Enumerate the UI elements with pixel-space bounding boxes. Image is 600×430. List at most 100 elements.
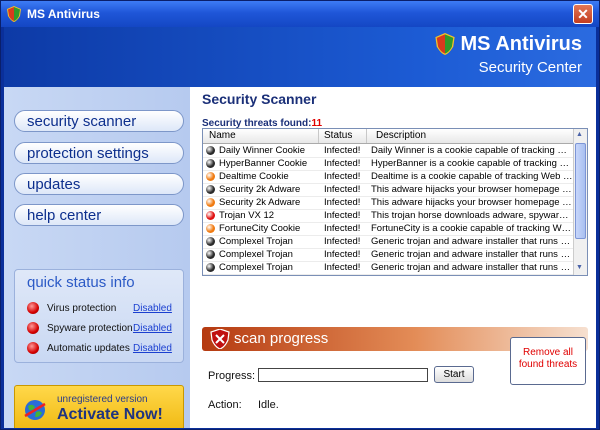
- nav-security-scanner[interactable]: security scanner: [14, 110, 184, 132]
- column-header-status[interactable]: Status: [324, 130, 352, 141]
- nav-updates[interactable]: updates: [14, 173, 184, 195]
- status-row-spyware: Spyware protection Disabled: [27, 322, 179, 336]
- client-area: MS Antivirus Security Center security sc…: [4, 27, 596, 428]
- column-header-name[interactable]: Name: [209, 130, 236, 141]
- threat-status: Infected!: [324, 184, 361, 195]
- threat-status: Infected!: [324, 145, 361, 156]
- threat-name: Security 2k Adware: [219, 197, 301, 208]
- brand-subtitle: Security Center: [478, 59, 582, 76]
- nav-protection-settings[interactable]: protection settings: [14, 142, 184, 164]
- threat-description: Daily Winner is a cookie capable of trac…: [371, 145, 573, 156]
- app-window: MS Antivirus ✕ MS Antivirus Security Cen…: [0, 0, 600, 430]
- status-link[interactable]: Disabled: [133, 323, 172, 334]
- threat-description: Generic trojan and adware installer that…: [371, 249, 573, 260]
- threat-name: HyperBanner Cookie: [219, 158, 308, 169]
- table-row[interactable]: Complexel Trojan Infected! Generic trojan …: [203, 235, 575, 249]
- threat-description: This adware hijacks your browser homepag…: [371, 197, 573, 208]
- threat-icon: [206, 211, 215, 220]
- table-row[interactable]: Complexel Trojan Infected! Generic trojan …: [203, 261, 575, 275]
- header-banner: MS Antivirus Security Center: [4, 27, 596, 87]
- status-label: Automatic updates: [47, 343, 130, 354]
- threat-icon: [206, 146, 215, 155]
- action-label: Action:: [208, 399, 242, 411]
- brand-title: MS Antivirus: [434, 33, 583, 56]
- threat-description: HyperBanner is a cookie capable of track…: [371, 158, 573, 169]
- threat-name: Daily Winner Cookie: [219, 145, 306, 156]
- main-panel: Security Scanner Security threats found:…: [190, 87, 596, 428]
- threat-name: Complexel Trojan: [219, 236, 293, 247]
- threat-icon: [206, 250, 215, 259]
- scan-progress-title: scan progress: [234, 330, 329, 347]
- threat-icon: [206, 185, 215, 194]
- threat-name: Complexel Trojan: [219, 249, 293, 260]
- quick-status-panel: quick status info Virus protection Disab…: [14, 269, 184, 363]
- table-header: Name Status Description: [203, 129, 575, 144]
- threat-name: FortuneCity Cookie: [219, 223, 301, 234]
- table-row[interactable]: Complexel Trojan Infected! Generic trojan …: [203, 248, 575, 262]
- threat-name: Security 2k Adware: [219, 184, 301, 195]
- alert-icon: [27, 342, 39, 354]
- status-row-updates: Automatic updates Disabled: [27, 342, 179, 356]
- warning-shield-icon: [210, 329, 230, 349]
- shield-icon: [7, 6, 21, 22]
- threat-description: This trojan horse downloads adware, spyw…: [371, 210, 573, 221]
- nav-help-center[interactable]: help center: [14, 204, 184, 226]
- progress-bar: [258, 368, 428, 382]
- table-row[interactable]: Trojan VX 12 Infected! This trojan horse d…: [203, 209, 575, 223]
- start-button[interactable]: Start: [434, 366, 474, 383]
- title-bar[interactable]: MS Antivirus ✕: [1, 1, 599, 27]
- status-row-virus: Virus protection Disabled: [27, 302, 179, 316]
- threat-description: Dealtime is a cookie capable of tracking…: [371, 171, 573, 182]
- table-row[interactable]: Dealtime Cookie Infected! Dealtime is a co…: [203, 170, 575, 184]
- activate-now-button[interactable]: unregistered version Activate Now!: [14, 385, 184, 428]
- column-header-description[interactable]: Description: [376, 130, 426, 141]
- scroll-thumb[interactable]: [575, 143, 586, 239]
- close-icon: ✕: [577, 6, 589, 22]
- table-row[interactable]: Security 2k Adware Infected! This adware h…: [203, 196, 575, 210]
- threat-status: Infected!: [324, 223, 361, 234]
- progress-label: Progress:: [208, 370, 256, 382]
- status-link[interactable]: Disabled: [133, 303, 172, 314]
- alert-icon: [27, 302, 39, 314]
- threat-icon: [206, 237, 215, 246]
- threats-table[interactable]: Name Status Description Daily Winner Coo…: [202, 128, 588, 276]
- table-row[interactable]: HyperBanner Cookie Infected! HyperBanner i…: [203, 157, 575, 171]
- sidebar: security scanner protection settings upd…: [4, 87, 190, 428]
- threat-description: Generic trojan and adware installer that…: [371, 236, 573, 247]
- threat-name: Dealtime Cookie: [219, 171, 289, 182]
- threat-status: Infected!: [324, 210, 361, 221]
- threat-description: Generic trojan and adware installer that…: [371, 262, 573, 273]
- threat-status: Infected!: [324, 236, 361, 247]
- activate-subtext: unregistered version: [57, 394, 148, 405]
- vertical-scrollbar[interactable]: ▲ ▼: [573, 129, 587, 275]
- threat-icon: [206, 224, 215, 233]
- threat-icon: [206, 172, 215, 181]
- scroll-down-icon[interactable]: ▼: [576, 264, 583, 271]
- page-title: Security Scanner: [202, 91, 317, 107]
- status-link[interactable]: Disabled: [133, 343, 172, 354]
- threat-status: Infected!: [324, 249, 361, 260]
- threat-name: Trojan VX 12: [219, 210, 275, 221]
- threat-description: FortuneCity is a cookie capable of track…: [371, 223, 573, 234]
- globe-icon: [24, 400, 46, 420]
- threat-status: Infected!: [324, 262, 361, 273]
- table-row[interactable]: Security 2k Adware Infected! This adware h…: [203, 183, 575, 197]
- alert-icon: [27, 322, 39, 334]
- action-value: Idle.: [258, 399, 279, 411]
- remove-threats-button[interactable]: Remove all found threats: [510, 337, 586, 385]
- table-row[interactable]: Daily Winner Cookie Infected! Daily Winner…: [203, 144, 575, 158]
- window-title: MS Antivirus: [27, 7, 100, 21]
- threat-description: This adware hijacks your browser homepag…: [371, 184, 573, 195]
- threat-icon: [206, 159, 215, 168]
- threat-status: Infected!: [324, 171, 361, 182]
- brand-name: MS Antivirus: [460, 33, 583, 55]
- shield-icon: [434, 33, 455, 55]
- threat-icon: [206, 198, 215, 207]
- scroll-up-icon[interactable]: ▲: [576, 131, 583, 138]
- threat-status: Infected!: [324, 158, 361, 169]
- threat-status: Infected!: [324, 197, 361, 208]
- table-row[interactable]: FortuneCity Cookie Infected! FortuneCity i…: [203, 222, 575, 236]
- threat-name: Complexel Trojan: [219, 262, 293, 273]
- close-button[interactable]: ✕: [573, 4, 593, 24]
- status-label: Spyware protection: [47, 323, 133, 334]
